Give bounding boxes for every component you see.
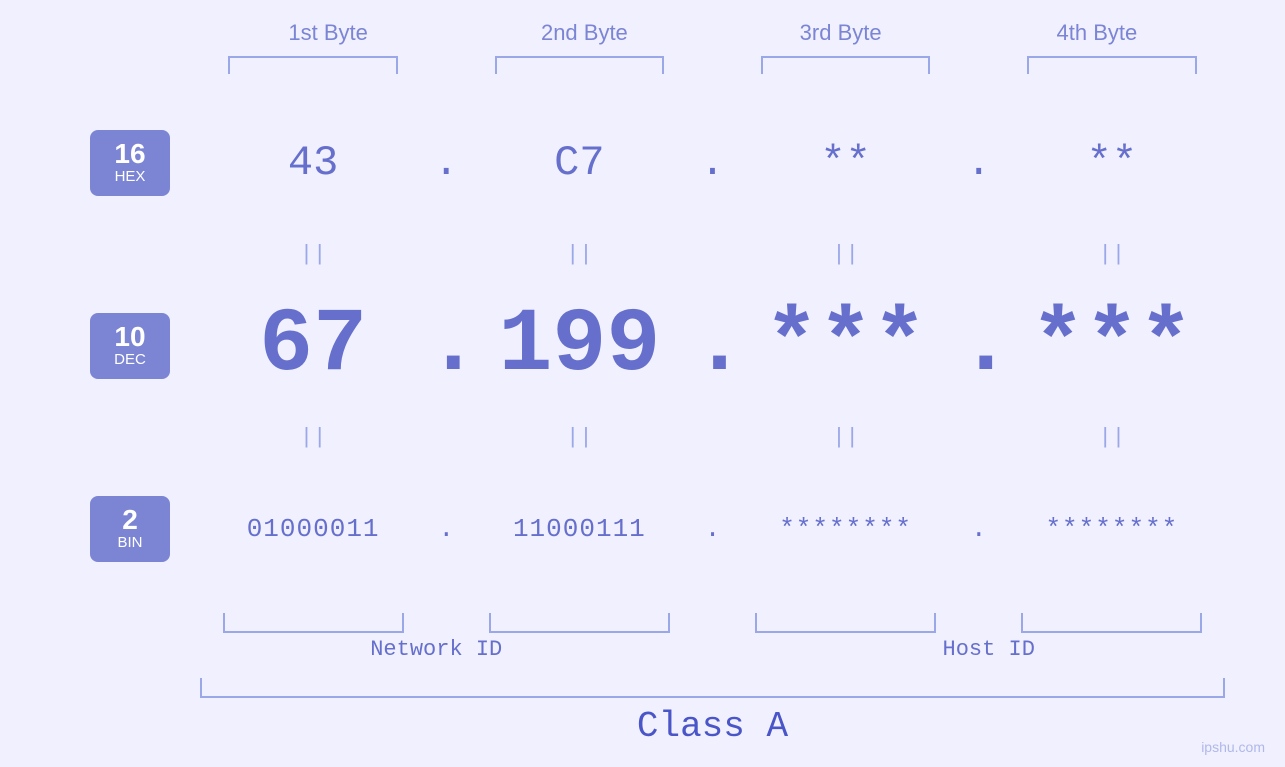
bin-base-num: 2 (106, 506, 154, 534)
dec-cell-4: *** (999, 295, 1225, 397)
bin-val-4: ******** (999, 514, 1225, 544)
hex-cell-3: ** (733, 139, 959, 187)
bracket-bottom-net (223, 613, 404, 633)
host-id-label: Host ID (943, 637, 1035, 662)
eq2-1: || (200, 425, 426, 450)
hex-base-num: 16 (106, 140, 154, 168)
host-id-label-wrap: Host ID (733, 637, 1226, 662)
hex-badge: 16 HEX (90, 130, 170, 196)
watermark: ipshu.com (1201, 739, 1265, 755)
hex-cell-2: C7 (466, 139, 692, 187)
id-label-row: Network ID Host ID (200, 637, 1225, 662)
dec-badge: 10 DEC (90, 313, 170, 379)
bracket-cell-2 (466, 56, 692, 74)
bottom-bracket-row (200, 613, 1225, 633)
hex-row: 16 HEX 43 . C7 . ** . ** (60, 84, 1225, 242)
bin-dot-1: . (426, 514, 466, 544)
bin-cell-3: ******** (733, 514, 959, 544)
dec-val-4: *** (999, 295, 1225, 397)
eq-2: || (466, 242, 692, 267)
bin-dot-3: . (959, 514, 999, 544)
bracket-bottom-host2 (1021, 613, 1202, 633)
top-brackets (60, 56, 1225, 74)
hex-val-3: ** (733, 139, 959, 187)
bracket-bottom-host2-wrap (999, 613, 1225, 633)
byte4-header: 4th Byte (969, 20, 1225, 46)
hex-label: 16 HEX (60, 130, 200, 196)
dec-label: 10 DEC (60, 313, 200, 379)
bin-cell-2: 11000111 (466, 514, 692, 544)
bin-dot-2: . (693, 514, 733, 544)
bracket-top-4 (1027, 56, 1197, 74)
bracket-cell-1 (200, 56, 426, 74)
bracket-cell-4 (999, 56, 1225, 74)
dec-val-2: 199 (466, 295, 692, 397)
bin-cell-1: 01000011 (200, 514, 426, 544)
bin-val-2: 11000111 (466, 514, 692, 544)
dec-cell-3: *** (733, 295, 959, 397)
class-section: Class A (200, 678, 1225, 747)
bin-val-1: 01000011 (200, 514, 426, 544)
class-bracket-wrap (200, 678, 1225, 698)
equals-row-2: || || || || (60, 425, 1225, 450)
dec-dot-1: . (426, 295, 466, 397)
bracket-cell-3 (733, 56, 959, 74)
class-label: Class A (200, 706, 1225, 747)
dec-cell-1: 67 (200, 295, 426, 397)
bracket-bottom-host1-wrap (733, 613, 959, 633)
class-bracket (200, 678, 1225, 698)
dec-val-3: *** (733, 295, 959, 397)
bin-row: 2 BIN 01000011 . 11000111 . ******** . *… (60, 450, 1225, 608)
eq-3: || (733, 242, 959, 267)
main-container: 1st Byte 2nd Byte 3rd Byte 4th Byte 16 H… (0, 0, 1285, 767)
hex-dot-2: . (693, 139, 733, 187)
bin-cell-4: ******** (999, 514, 1225, 544)
eq-1: || (200, 242, 426, 267)
hex-cell-1: 43 (200, 139, 426, 187)
byte2-header: 2nd Byte (456, 20, 712, 46)
dec-base-num: 10 (106, 323, 154, 351)
bracket-bottom-net-wrap (200, 613, 426, 633)
dec-cell-2: 199 (466, 295, 692, 397)
hex-val-4: ** (999, 139, 1225, 187)
bracket-bottom-host1 (755, 613, 936, 633)
hex-val-1: 43 (200, 139, 426, 187)
hex-dot-3: . (959, 139, 999, 187)
eq2-4: || (999, 425, 1225, 450)
bracket-bottom-net2 (489, 613, 670, 633)
hex-cells: 43 . C7 . ** . ** (200, 139, 1225, 187)
bin-base-name: BIN (106, 534, 154, 552)
bin-label: 2 BIN (60, 496, 200, 562)
dec-dot-3: . (959, 295, 999, 397)
hex-val-2: C7 (466, 139, 692, 187)
hex-base-name: HEX (106, 168, 154, 186)
dec-val-1: 67 (200, 295, 426, 397)
byte-headers: 1st Byte 2nd Byte 3rd Byte 4th Byte (60, 20, 1225, 46)
hex-dot-1: . (426, 139, 466, 187)
bin-val-3: ******** (733, 514, 959, 544)
bottom-section: Network ID Host ID Class A (60, 613, 1225, 747)
bracket-bottom-net2-wrap (466, 613, 692, 633)
byte1-header: 1st Byte (200, 20, 456, 46)
byte3-header: 3rd Byte (713, 20, 969, 46)
dec-dot-2: . (693, 295, 733, 397)
hex-cell-4: ** (999, 139, 1225, 187)
bracket-top-2 (495, 56, 665, 74)
bin-cells: 01000011 . 11000111 . ******** . *******… (200, 514, 1225, 544)
eq2-3: || (733, 425, 959, 450)
eq-4: || (999, 242, 1225, 267)
bracket-top-1 (228, 56, 398, 74)
bin-badge: 2 BIN (90, 496, 170, 562)
dec-cells: 67 . 199 . *** . *** (200, 295, 1225, 397)
equals-row-1: || || || || (60, 242, 1225, 267)
network-id-label: Network ID (370, 637, 502, 662)
network-id-label-wrap: Network ID (200, 637, 693, 662)
dec-row: 10 DEC 67 . 199 . *** . *** (60, 267, 1225, 425)
bracket-top-3 (761, 56, 931, 74)
dec-base-name: DEC (106, 351, 154, 369)
eq2-2: || (466, 425, 692, 450)
